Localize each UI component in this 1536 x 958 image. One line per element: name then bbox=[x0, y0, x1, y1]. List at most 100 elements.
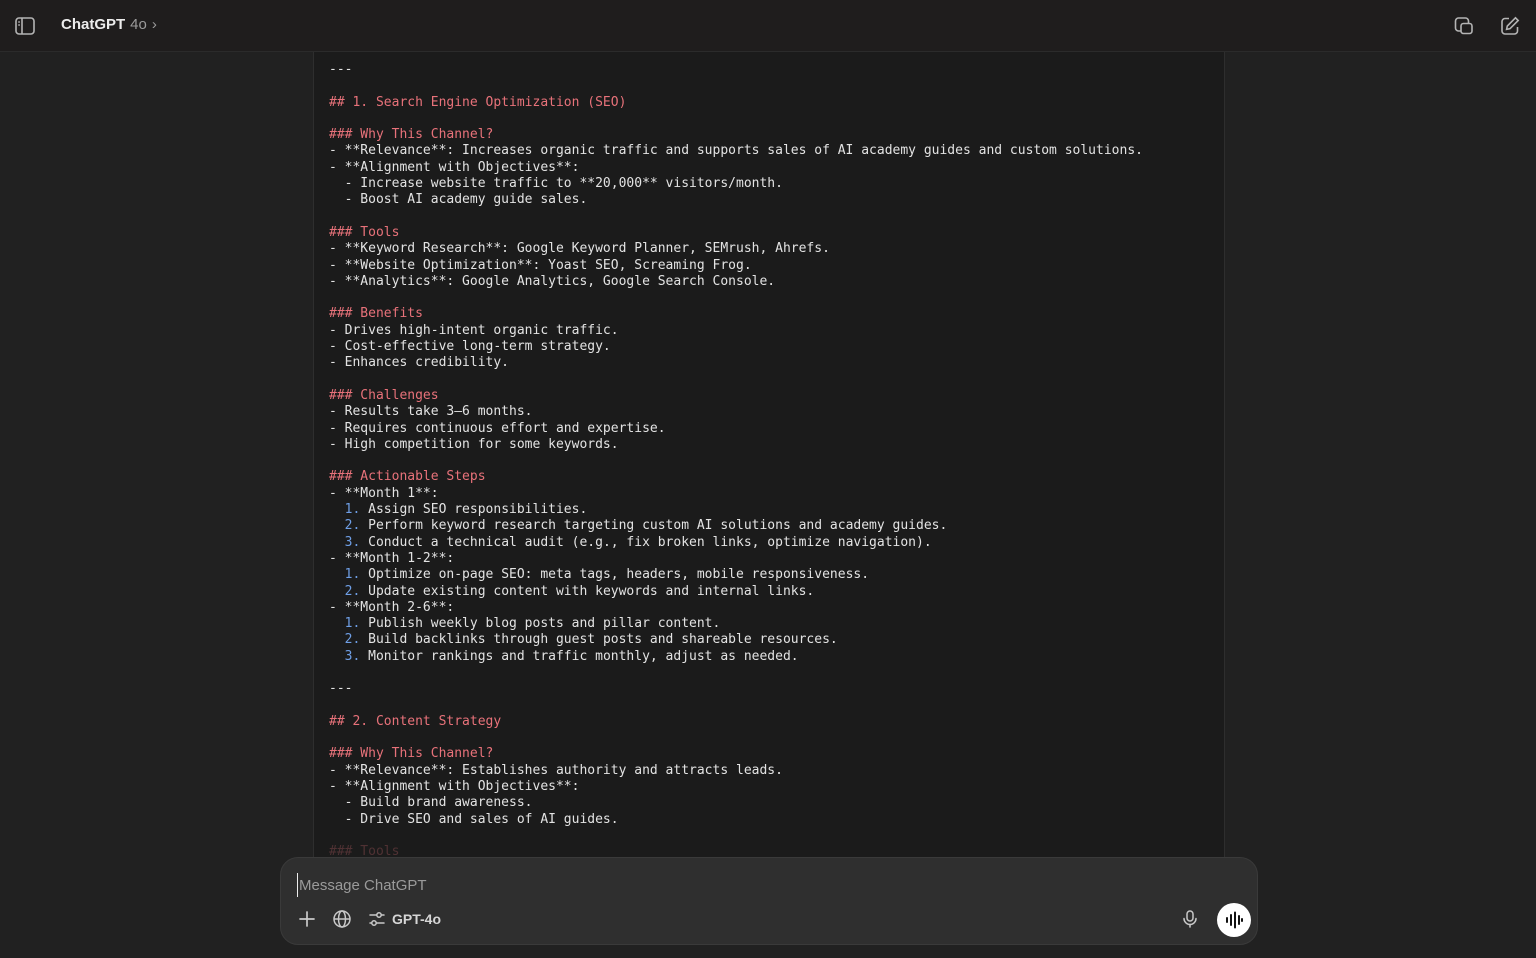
list-item-text: Update existing content with keywords an… bbox=[368, 583, 815, 599]
document-line bbox=[329, 828, 1143, 844]
list-item-text: Build backlinks through guest posts and … bbox=[368, 632, 838, 648]
microphone-icon bbox=[1183, 910, 1197, 928]
document-line: --- bbox=[329, 681, 1143, 697]
list-item-text: Perform keyword research targeting custo… bbox=[368, 518, 948, 534]
document-line bbox=[329, 698, 1143, 714]
line-text: - **Month 2-6**: bbox=[329, 599, 455, 615]
sidebar-toggle-button[interactable] bbox=[13, 14, 37, 38]
globe-icon bbox=[333, 910, 351, 928]
app-name: ChatGPT bbox=[61, 16, 126, 33]
document-line bbox=[329, 665, 1143, 681]
message-input[interactable] bbox=[297, 873, 1161, 897]
line-text: - **Keyword Research**: Google Keyword P… bbox=[329, 241, 830, 257]
model-label: GPT-4o bbox=[392, 911, 442, 927]
message-composer: GPT-4o bbox=[280, 857, 1258, 945]
search-web-button[interactable] bbox=[332, 907, 352, 931]
document-line: - Enhances credibility. bbox=[329, 355, 1143, 371]
document-line: - **Website Optimization**: Yoast SEO, S… bbox=[329, 258, 1143, 274]
line-text: - **Alignment with Objectives**: bbox=[329, 779, 580, 795]
document-line: - Increase website traffic to **20,000**… bbox=[329, 176, 1143, 192]
markdown-heading: ### Why This Channel? bbox=[329, 746, 494, 762]
line-text: - Cost-effective long-term strategy. bbox=[329, 339, 611, 355]
document-line: ## 2. Content Strategy bbox=[329, 714, 1143, 730]
line-text: --- bbox=[329, 62, 353, 77]
document-line bbox=[329, 453, 1143, 469]
document-line: 1. Optimize on-page SEO: meta tags, head… bbox=[329, 567, 1143, 583]
document-line: - Requires continuous effort and experti… bbox=[329, 421, 1143, 437]
markdown-heading: ## 2. Content Strategy bbox=[329, 713, 502, 729]
markdown-heading: ## 1. Search Engine Optimization (SEO) bbox=[329, 94, 627, 110]
line-text: - **Relevance**: Establishes authority a… bbox=[329, 762, 783, 778]
document-line: - Drive SEO and sales of AI guides. bbox=[329, 812, 1143, 828]
document-line: - Build brand awareness. bbox=[329, 795, 1143, 811]
voice-mode-icon bbox=[1226, 911, 1243, 929]
line-text: - High competition for some keywords. bbox=[329, 436, 619, 452]
temporary-chat-button[interactable] bbox=[1452, 14, 1476, 38]
voice-mode-button[interactable] bbox=[1217, 903, 1251, 937]
list-item-text: Publish weekly blog posts and pillar con… bbox=[368, 616, 721, 632]
list-item-text: Monitor rankings and traffic monthly, ad… bbox=[368, 648, 799, 664]
line-text: - **Alignment with Objectives**: bbox=[329, 159, 580, 175]
document-line: ## 1. Search Engine Optimization (SEO) bbox=[329, 95, 1143, 111]
list-number: 1. bbox=[329, 567, 361, 583]
attach-button[interactable] bbox=[297, 907, 317, 931]
model-select-button[interactable]: GPT-4o bbox=[368, 907, 441, 931]
document-line: 3. Conduct a technical audit (e.g., fix … bbox=[329, 535, 1143, 551]
document-line bbox=[329, 372, 1143, 388]
document-line: 1. Assign SEO responsibilities. bbox=[329, 502, 1143, 518]
document-line: - **Month 2-6**: bbox=[329, 600, 1143, 616]
model-switcher[interactable]: ChatGPT 4o › bbox=[61, 16, 157, 33]
document-line: - **Month 1-2**: bbox=[329, 551, 1143, 567]
model-version: 4o bbox=[130, 16, 147, 33]
new-chat-icon bbox=[1501, 16, 1520, 35]
document-line: ### Benefits bbox=[329, 306, 1143, 322]
list-number: 2. bbox=[329, 518, 361, 534]
line-text: - Results take 3–6 months. bbox=[329, 404, 533, 420]
markdown-heading: ### Tools bbox=[329, 844, 400, 858]
new-chat-button[interactable] bbox=[1498, 14, 1522, 38]
markdown-heading: ### Benefits bbox=[329, 306, 423, 322]
list-item-text: Conduct a technical audit (e.g., fix bro… bbox=[368, 534, 932, 550]
list-number: 3. bbox=[329, 534, 361, 550]
document-line: - **Keyword Research**: Google Keyword P… bbox=[329, 241, 1143, 257]
document-line: - **Relevance**: Establishes authority a… bbox=[329, 763, 1143, 779]
line-text: - Boost AI academy guide sales. bbox=[329, 192, 588, 208]
document-line: - **Relevance**: Increases organic traff… bbox=[329, 143, 1143, 159]
code-document[interactable]: --- ## 1. Search Engine Optimization (SEO… bbox=[313, 52, 1225, 858]
line-text: - Drive SEO and sales of AI guides. bbox=[329, 811, 619, 827]
document-line bbox=[329, 290, 1143, 306]
line-text: - **Month 1**: bbox=[329, 485, 439, 501]
document-line: - Drives high-intent organic traffic. bbox=[329, 323, 1143, 339]
document-line: ### Why This Channel? bbox=[329, 127, 1143, 143]
line-text: - Increase website traffic to **20,000**… bbox=[329, 176, 783, 192]
document-line: --- bbox=[329, 62, 1143, 78]
document-line: ### Tools bbox=[329, 844, 1143, 858]
document-line: - **Alignment with Objectives**: bbox=[329, 160, 1143, 176]
line-text: - **Website Optimization**: Yoast SEO, S… bbox=[329, 257, 752, 273]
document-line: - **Analytics**: Google Analytics, Googl… bbox=[329, 274, 1143, 290]
markdown-heading: ### Challenges bbox=[329, 387, 439, 403]
line-text: - Requires continuous effort and experti… bbox=[329, 420, 666, 436]
document-line: 2. Update existing content with keywords… bbox=[329, 584, 1143, 600]
document-text: --- ## 1. Search Engine Optimization (SEO… bbox=[329, 62, 1143, 858]
temporary-chat-icon bbox=[1454, 17, 1473, 35]
dictate-button[interactable] bbox=[1180, 907, 1200, 931]
document-line bbox=[329, 111, 1143, 127]
line-text: - Drives high-intent organic traffic. bbox=[329, 322, 619, 338]
markdown-heading: ### Tools bbox=[329, 224, 400, 240]
plus-icon bbox=[299, 911, 315, 927]
sidebar-toggle-icon bbox=[15, 17, 35, 35]
line-text: --- bbox=[329, 681, 353, 697]
document-line: ### Actionable Steps bbox=[329, 469, 1143, 485]
top-bar: ChatGPT 4o › bbox=[0, 0, 1536, 52]
list-number: 1. bbox=[329, 616, 361, 632]
document-line: ### Tools bbox=[329, 225, 1143, 241]
document-line: ### Challenges bbox=[329, 388, 1143, 404]
document-line: - High competition for some keywords. bbox=[329, 437, 1143, 453]
list-number: 2. bbox=[329, 632, 361, 648]
markdown-heading: ### Why This Channel? bbox=[329, 127, 494, 143]
document-line: 2. Build backlinks through guest posts a… bbox=[329, 632, 1143, 648]
document-line bbox=[329, 730, 1143, 746]
list-number: 2. bbox=[329, 583, 361, 599]
sliders-icon bbox=[369, 912, 385, 926]
